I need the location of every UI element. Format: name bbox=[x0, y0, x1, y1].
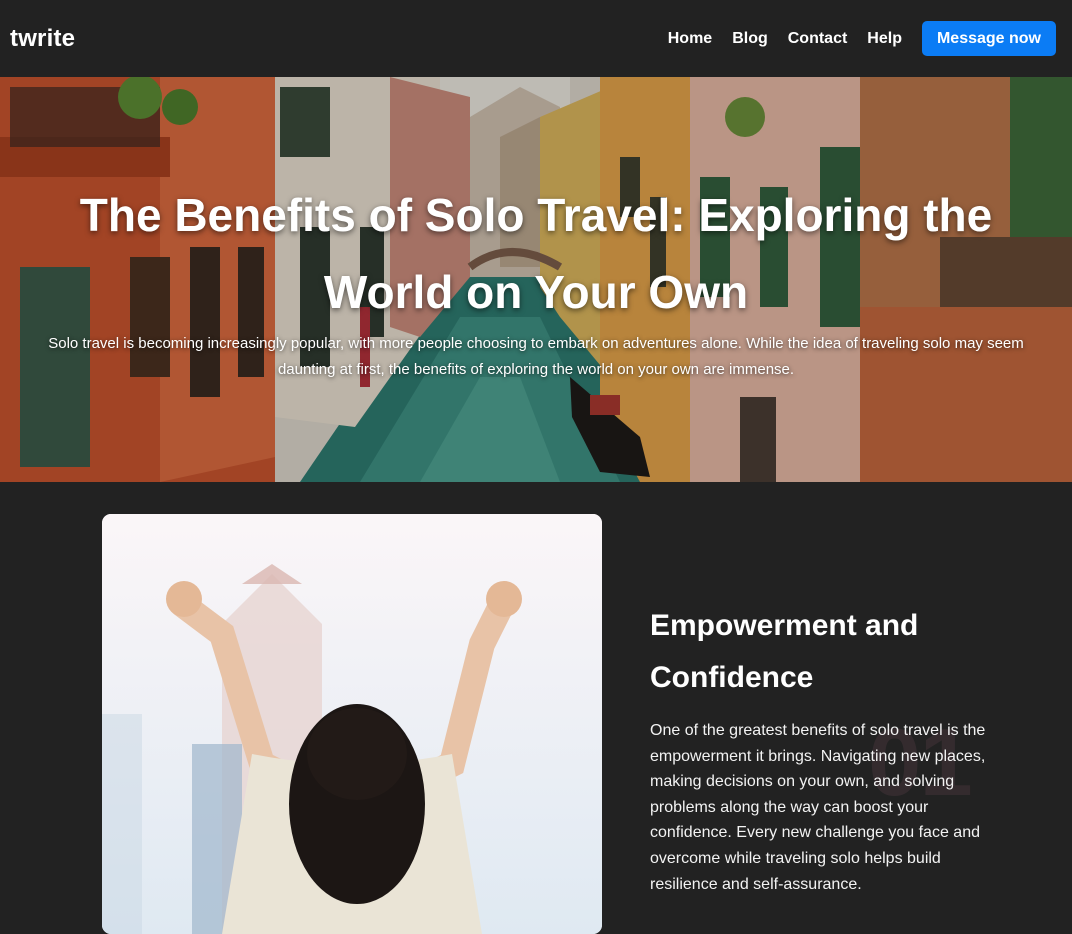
brand-logo[interactable]: twrite bbox=[10, 25, 75, 53]
main-nav: Home Blog Contact Help Message now bbox=[648, 21, 1056, 56]
nav-link-contact[interactable]: Contact bbox=[788, 30, 848, 48]
top-navbar: twrite Home Blog Contact Help Message no… bbox=[0, 0, 1072, 77]
hero-banner: The Benefits of Solo Travel: Exploring t… bbox=[0, 77, 1072, 482]
feature-photo bbox=[102, 514, 602, 934]
feature-block: 01 Empowerment and Confidence One of the… bbox=[650, 600, 990, 897]
message-now-button[interactable]: Message now bbox=[921, 21, 1056, 56]
feature-title: Empowerment and Confidence bbox=[650, 609, 919, 694]
nav-link-home[interactable]: Home bbox=[668, 30, 712, 48]
hero-subtitle: Solo travel is becoming increasingly pop… bbox=[48, 335, 1024, 378]
feature-text: One of the greatest benefits of solo tra… bbox=[650, 722, 986, 893]
nav-link-help[interactable]: Help bbox=[867, 30, 902, 48]
woman-arms-raised-photo bbox=[102, 514, 602, 934]
nav-link-blog[interactable]: Blog bbox=[732, 30, 768, 48]
hero-title: The Benefits of Solo Travel: Exploring t… bbox=[79, 189, 993, 318]
